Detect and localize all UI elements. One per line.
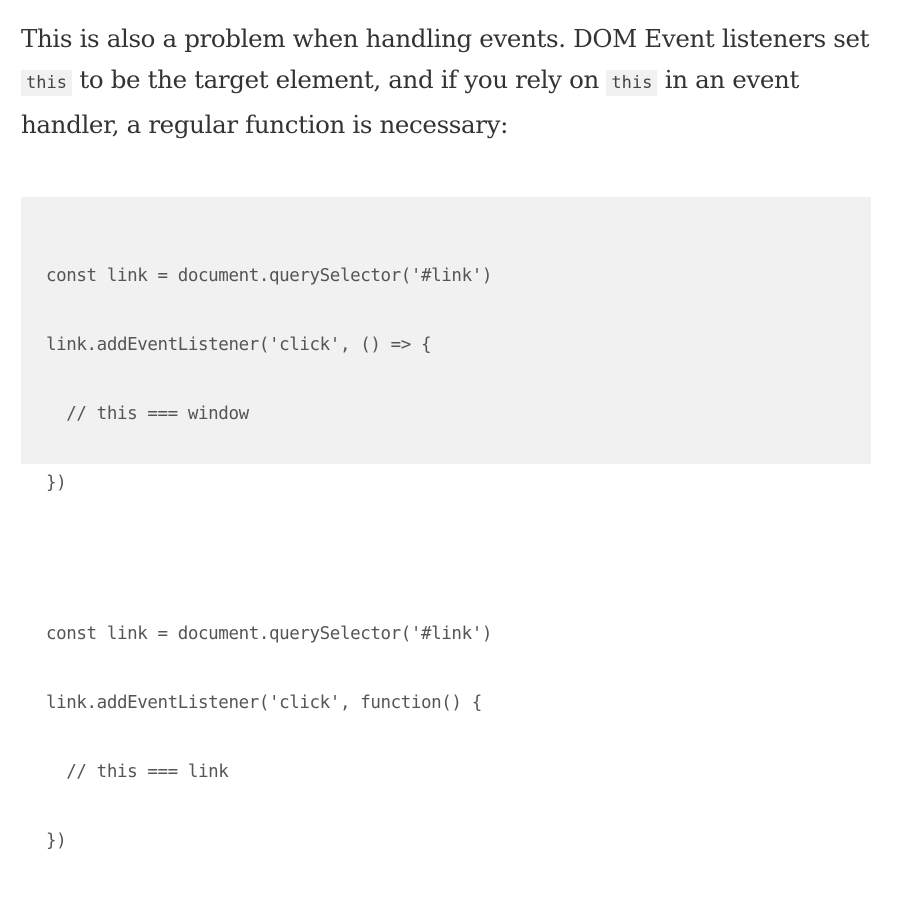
code-line: link.addEventListener('click', function(…: [46, 693, 482, 713]
code-line: const link = document.querySelector('#li…: [46, 624, 492, 644]
body-paragraph: This is also a problem when handling eve…: [21, 18, 881, 145]
code-line: // this === link: [46, 762, 229, 782]
code-snippet-regular-function: const link = document.querySelector('#li…: [46, 577, 871, 899]
code-line: // this === window: [46, 404, 249, 424]
inline-code-this: this: [21, 70, 72, 96]
paragraph-text: to be the target element, and if you rel…: [71, 65, 607, 94]
code-block: const link = document.querySelector('#li…: [21, 197, 871, 851]
code-line: const link = document.querySelector('#li…: [46, 266, 492, 286]
code-snippet-arrow-function: const link = document.querySelector('#li…: [46, 219, 871, 541]
inline-code-this: this: [606, 70, 658, 96]
code-line: }): [46, 831, 67, 851]
code-line: }): [46, 473, 67, 493]
paragraph-text: This is also a problem when handling eve…: [21, 24, 870, 53]
code-line: link.addEventListener('click', () => {: [46, 335, 432, 355]
